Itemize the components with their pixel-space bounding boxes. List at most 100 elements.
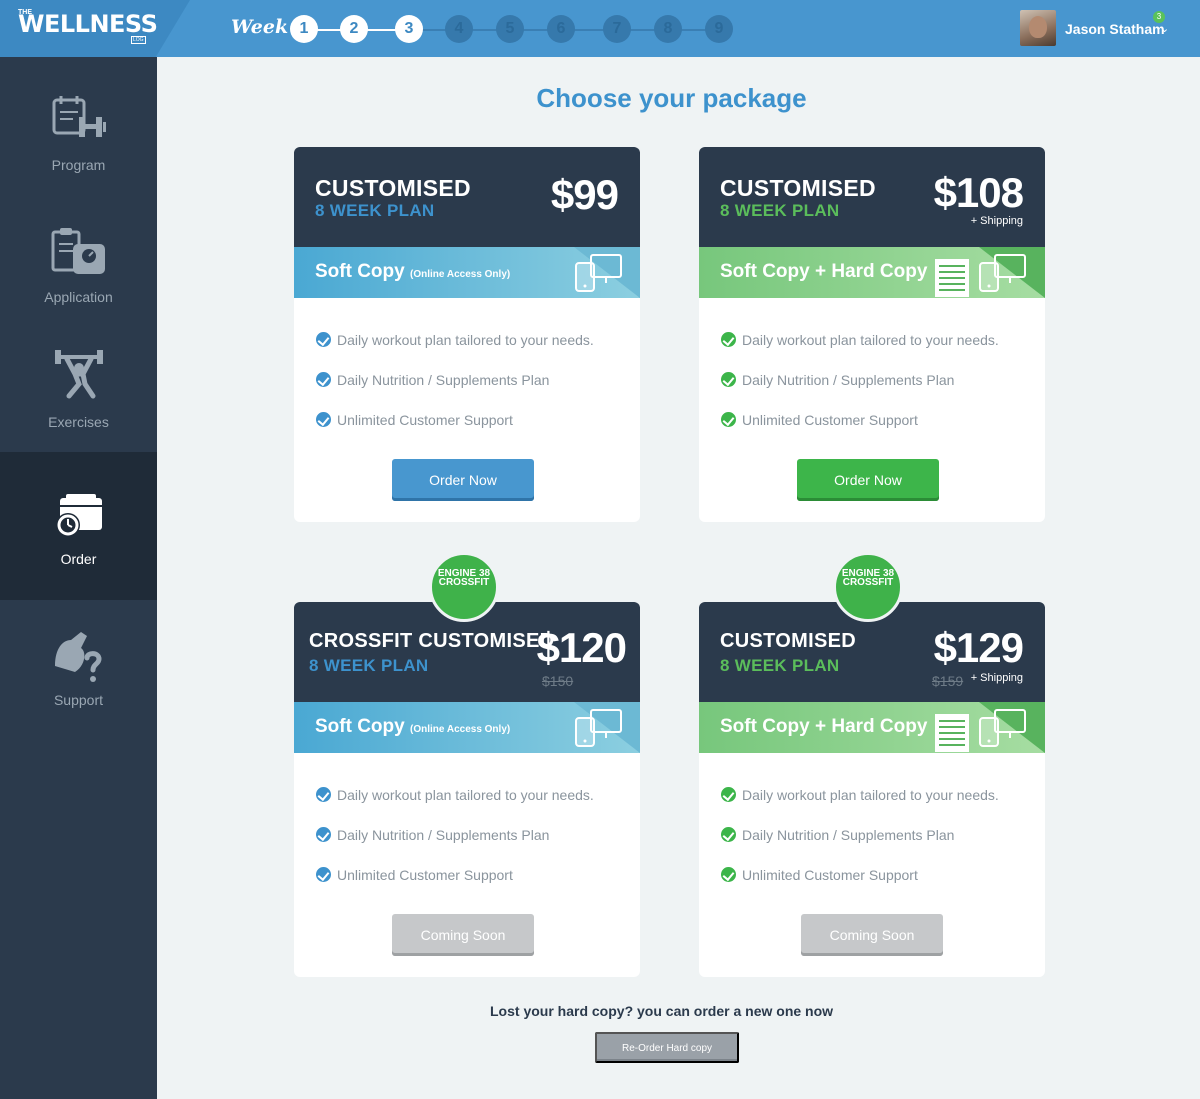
feature-item: Daily Nutrition / Supplements Plan — [316, 372, 549, 388]
feature-item: Daily workout plan tailored to your need… — [721, 787, 999, 803]
card-price: $108 — [933, 169, 1024, 216]
order-now-button[interactable]: Order Now — [392, 459, 534, 501]
sidebar-item-support[interactable]: Support — [0, 612, 157, 752]
logo-log: LOG — [131, 36, 146, 44]
card-old-price: $159 — [932, 673, 964, 689]
card-shipping-note: + Shipping — [970, 672, 1023, 684]
week-step-6[interactable]: 6 — [547, 15, 575, 43]
feature-item: Unlimited Customer Support — [721, 867, 918, 883]
card-format-note: (Online Access Only) — [410, 724, 511, 735]
sidebar: Program Application Exercises Order Supp… — [0, 57, 157, 1099]
seal-label: ENGINE 38 CROSSFIT — [437, 568, 491, 588]
check-icon — [721, 827, 736, 842]
card-format-band: Soft Copy (Online Access Only) — [294, 702, 640, 753]
card-format-band: Soft Copy + Hard Copy — [699, 702, 1045, 753]
feature-item: Unlimited Customer Support — [316, 867, 513, 883]
sidebar-label-support: Support — [53, 692, 104, 708]
package-card-hard-129: CUSTOMISED 8 WEEK PLAN $129 $159 + Shipp… — [699, 602, 1045, 977]
check-icon — [721, 787, 736, 802]
sidebar-item-application[interactable]: Application — [0, 202, 157, 342]
avatar[interactable] — [1020, 10, 1056, 46]
card-subtitle: 8 WEEK PLAN — [315, 201, 435, 220]
sidebar-item-exercises[interactable]: Exercises — [0, 332, 157, 472]
card-title: CUSTOMISED — [315, 175, 471, 201]
devices-icon — [575, 254, 622, 292]
card-old-price: $150 — [542, 673, 574, 689]
engine38-crossfit-logo: ENGINE 38 CROSSFIT — [833, 552, 903, 622]
card-subtitle: 8 WEEK PLAN — [309, 656, 429, 675]
sidebar-label-order: Order — [60, 551, 97, 567]
check-icon — [316, 787, 331, 802]
week-step-3[interactable]: 3 — [395, 15, 423, 43]
sidebar-label-program: Program — [51, 157, 106, 173]
chevron-down-icon[interactable]: ⌄ — [1160, 22, 1169, 35]
top-bar: THE WELLNESS LOG Week 1 2 3 4 5 6 7 8 9 … — [0, 0, 1200, 57]
logo-area[interactable]: THE WELLNESS LOG — [0, 0, 190, 57]
card-subtitle: 8 WEEK PLAN — [720, 656, 840, 675]
support-icon — [54, 632, 102, 682]
feature-item: Daily workout plan tailored to your need… — [316, 787, 594, 803]
package-card-hard-108: CUSTOMISED 8 WEEK PLAN $108 + Shipping S… — [699, 147, 1045, 522]
user-name[interactable]: Jason Statham — [1065, 21, 1165, 37]
reorder-prompt: Lost your hard copy? you can order a new… — [490, 1003, 834, 1019]
exercises-icon — [54, 350, 103, 399]
devices-and-print-icon — [935, 709, 1026, 752]
card-format-label: Soft Copy (Online Access Only) — [315, 261, 511, 282]
card-price: $120 — [536, 624, 627, 671]
week-step-1[interactable]: 1 — [290, 15, 318, 43]
card-format-band: Soft Copy + Hard Copy — [699, 247, 1045, 298]
sidebar-item-order[interactable]: Order — [0, 452, 157, 600]
check-icon — [316, 372, 331, 387]
coming-soon-button[interactable]: Coming Soon — [392, 914, 534, 956]
devices-and-print-icon — [935, 254, 1026, 297]
application-icon — [51, 228, 105, 274]
check-icon — [721, 372, 736, 387]
week-step-4[interactable]: 4 — [445, 15, 473, 43]
week-step-7[interactable]: 7 — [603, 15, 631, 43]
page-title: Choose your package — [536, 83, 807, 113]
card-format-label: Soft Copy + Hard Copy — [720, 716, 928, 737]
coming-soon-button[interactable]: Coming Soon — [801, 914, 943, 956]
devices-icon — [575, 709, 622, 747]
logo: WELLNESS — [18, 10, 158, 38]
reorder-hard-copy-button[interactable]: Re-Order Hard copy — [595, 1032, 739, 1063]
check-icon — [316, 827, 331, 842]
card-title: CUSTOMISED — [720, 630, 856, 652]
package-card-crossfit-120: CROSSFIT CUSTOMISED 8 WEEK PLAN $120 $15… — [294, 602, 640, 977]
week-step-2[interactable]: 2 — [340, 15, 368, 43]
sidebar-label-exercises: Exercises — [48, 414, 109, 430]
card-format-note: (Online Access Only) — [410, 269, 511, 280]
week-step-8[interactable]: 8 — [654, 15, 682, 43]
check-icon — [721, 867, 736, 882]
card-header: CUSTOMISED 8 WEEK PLAN $99 — [294, 147, 640, 247]
week-label: Week — [231, 16, 289, 38]
feature-item: Unlimited Customer Support — [316, 412, 513, 428]
card-subtitle: 8 WEEK PLAN — [720, 201, 840, 220]
order-now-button[interactable]: Order Now — [797, 459, 939, 501]
feature-item: Daily Nutrition / Supplements Plan — [316, 827, 549, 843]
engine38-crossfit-logo: ENGINE 38 CROSSFIT — [429, 552, 499, 622]
feature-item: Unlimited Customer Support — [721, 412, 918, 428]
check-icon — [316, 332, 331, 347]
order-icon — [55, 494, 102, 537]
seal-label: ENGINE 38 CROSSFIT — [841, 568, 895, 588]
feature-item: Daily Nutrition / Supplements Plan — [721, 827, 954, 843]
card-format-band: Soft Copy (Online Access Only) — [294, 247, 640, 298]
check-icon — [316, 867, 331, 882]
check-icon — [721, 332, 736, 347]
check-icon — [316, 412, 331, 427]
card-shipping-note: + Shipping — [970, 215, 1023, 227]
package-card-soft-99: CUSTOMISED 8 WEEK PLAN $99 Soft Copy (On… — [294, 147, 640, 522]
sidebar-label-application: Application — [44, 289, 113, 305]
card-format-label: Soft Copy + Hard Copy — [720, 261, 928, 282]
card-price: $99 — [550, 171, 619, 218]
feature-item: Daily Nutrition / Supplements Plan — [721, 372, 954, 388]
card-title: CUSTOMISED — [720, 175, 876, 201]
user-menu[interactable]: Jason Statham 3 ⌄ — [1000, 0, 1200, 57]
feature-item: Daily workout plan tailored to your need… — [721, 332, 999, 348]
week-step-9[interactable]: 9 — [705, 15, 733, 43]
card-header: CUSTOMISED 8 WEEK PLAN $108 + Shipping — [699, 147, 1045, 247]
card-format-label: Soft Copy (Online Access Only) — [315, 716, 511, 737]
week-step-5[interactable]: 5 — [496, 15, 524, 43]
card-title: CROSSFIT CUSTOMISED — [309, 630, 555, 652]
